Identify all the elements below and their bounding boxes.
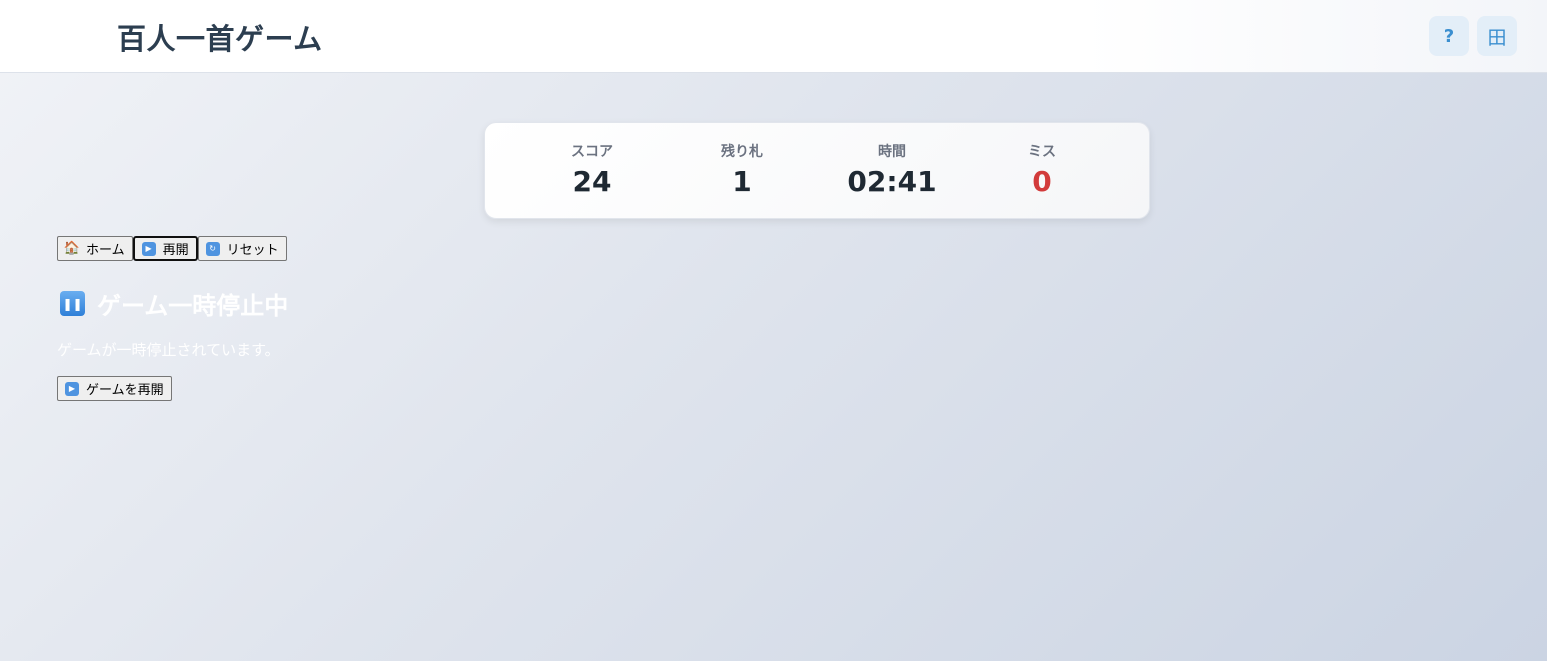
app-title: 百人一首ゲーム [117, 22, 323, 56]
pause-message: ゲームが一時停止されています。 [57, 341, 280, 359]
help-button[interactable]: ? [1429, 16, 1469, 56]
control-bar: 🏠 ホーム ▶ 再開 ↻ リセット [57, 236, 287, 261]
play-icon: ▶ [141, 241, 156, 256]
stat-time-label: 時間 [878, 144, 906, 160]
home-button-label: ホーム [86, 243, 125, 258]
refresh-icon: ↻ [205, 241, 220, 256]
stat-time: 時間 02:41 [817, 141, 967, 198]
grid-view-button[interactable]: 田 [1477, 16, 1517, 56]
pause-icon: ❚❚ [60, 291, 85, 316]
resume-toolbar-label: 再開 [162, 243, 189, 258]
resume-game-button[interactable]: ▶ ゲームを再開 [57, 376, 172, 401]
stat-time-value: 02:41 [847, 165, 937, 198]
pause-title: ゲーム一時停止中 [97, 292, 289, 320]
stat-remaining-value: 1 [732, 165, 752, 198]
stat-score-label: スコア [571, 144, 613, 160]
play-icon: ▶ [65, 381, 79, 396]
house-icon: 🏠 [63, 241, 81, 256]
resume-toolbar-button[interactable]: ▶ 再開 [132, 236, 198, 261]
stat-miss-label: ミス [1028, 144, 1056, 160]
stat-score-value: 24 [572, 165, 612, 198]
app-header: 百人一首ゲーム ? 田 [0, 0, 1547, 73]
pause-header: ❚❚ ゲーム一時停止中 [60, 286, 288, 321]
stat-remaining: 残り札 1 [667, 141, 817, 198]
home-button[interactable]: 🏠 ホーム [57, 236, 133, 261]
stats-panel: スコア 24 残り札 1 時間 02:41 ミス 0 [484, 122, 1150, 219]
stat-remaining-label: 残り札 [721, 144, 763, 160]
resume-game-label: ゲームを再開 [86, 383, 164, 398]
help-icon: ? [1443, 25, 1455, 47]
stat-miss: ミス 0 [967, 141, 1117, 198]
reset-button-label: リセット [226, 243, 279, 258]
reset-button[interactable]: ↻ リセット [197, 236, 287, 261]
grid-icon: 田 [1487, 26, 1507, 49]
stat-score: スコア 24 [517, 141, 667, 198]
stat-miss-value: 0 [1032, 165, 1052, 198]
